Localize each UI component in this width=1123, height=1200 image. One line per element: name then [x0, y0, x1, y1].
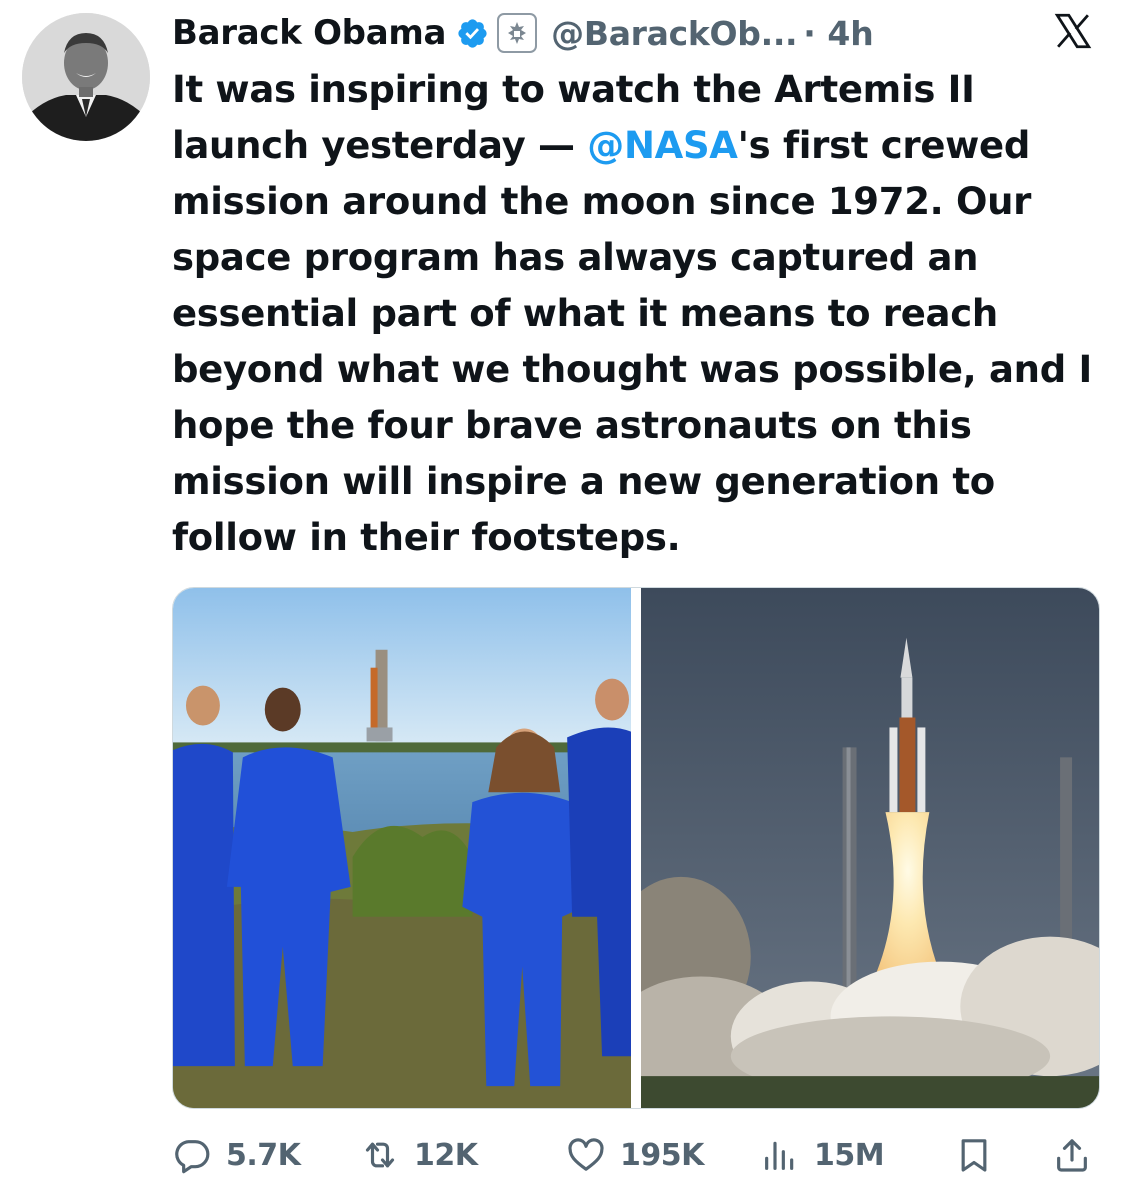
- bookmark-icon: [961, 1139, 987, 1172]
- tweet-line: essential part of what it means to reach: [172, 292, 998, 335]
- tweet-line: beyond what we thought was possible, and…: [172, 348, 1092, 391]
- bookmark-button[interactable]: [954, 1130, 994, 1180]
- like-count: 195K: [620, 1137, 704, 1173]
- timestamp[interactable]: · 4h: [803, 14, 873, 53]
- tweet-line: mission will inspire a new generation to: [172, 460, 995, 503]
- tweet-header: Barack Obama @BarackOb... · 4h: [172, 10, 874, 56]
- share-button[interactable]: [1052, 1130, 1092, 1180]
- tweet: Barack Obama @BarackOb... · 4h It was in…: [0, 0, 1123, 1200]
- repost-button[interactable]: 12K: [360, 1130, 478, 1180]
- x-logo-icon: [1054, 13, 1092, 49]
- tweet-line-segment: 's first crewed: [737, 124, 1031, 167]
- views-chart-icon: [765, 1141, 794, 1170]
- astronauts-photo[interactable]: [173, 588, 631, 1108]
- verified-badge-icon: [458, 18, 487, 48]
- rocket-launch-photo[interactable]: [641, 588, 1099, 1108]
- reply-button[interactable]: 5.7K: [172, 1130, 301, 1180]
- tweet-line: launch yesterday — @NASA's first crewed: [172, 118, 1107, 174]
- author-name[interactable]: Barack Obama: [172, 13, 446, 53]
- media-grid: [172, 587, 1100, 1109]
- repost-icon: [365, 1142, 395, 1168]
- avatar[interactable]: [22, 13, 150, 141]
- author-handle[interactable]: @BarackOb...: [551, 14, 797, 53]
- tweet-text: It was inspiring to watch the Artemis II…: [172, 62, 1107, 566]
- heart-icon: [568, 1138, 604, 1171]
- repost-count: 12K: [414, 1137, 478, 1173]
- action-bar: 5.7K 12K 195K 15M: [172, 1130, 1107, 1180]
- tweet-line: mission around the moon since 1972. Our: [172, 180, 1032, 223]
- government-seal-icon: [497, 13, 538, 53]
- reply-count: 5.7K: [226, 1137, 301, 1173]
- views-button[interactable]: 15M: [760, 1130, 885, 1180]
- tweet-line: hope the four brave astronauts on this: [172, 404, 972, 447]
- tweet-line: follow in their footsteps.: [172, 516, 681, 559]
- share-icon: [1057, 1139, 1087, 1172]
- mention-link[interactable]: @NASA: [587, 124, 738, 167]
- like-button[interactable]: 195K: [566, 1130, 704, 1180]
- views-count: 15M: [814, 1137, 885, 1173]
- tweet-line: It was inspiring to watch the Artemis II: [172, 68, 975, 111]
- tweet-line-segment: launch yesterday —: [172, 124, 588, 167]
- reply-icon: [175, 1140, 210, 1174]
- tweet-line: space program has always captured an: [172, 236, 979, 279]
